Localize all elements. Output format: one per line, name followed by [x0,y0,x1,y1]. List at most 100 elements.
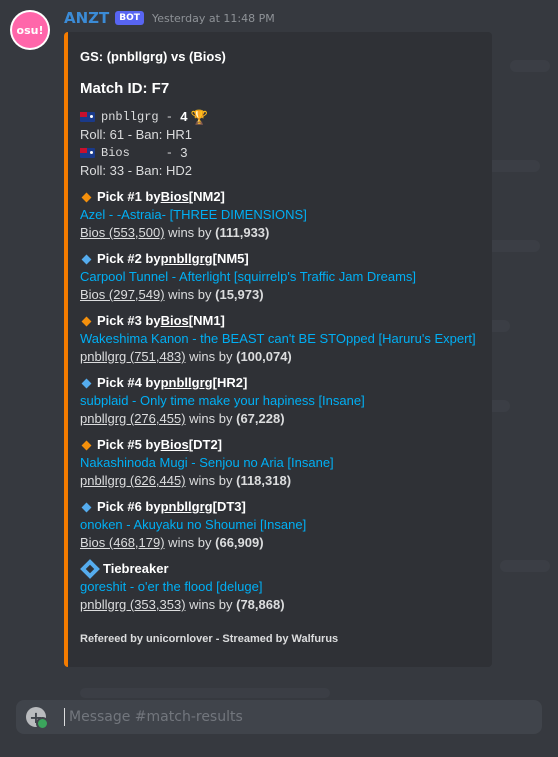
osu-logo-icon: osu! [12,12,48,48]
pick-mod: [HR2] [212,375,248,390]
result-margin: (118,318) [236,473,292,488]
pick-map-link[interactable]: subplaid - Only time make your hapiness … [80,392,480,410]
trophy-icon: 🏆 [190,109,208,125]
embed-title: GS: (pnbllgrg) vs (Bios) [80,49,226,64]
result-wins-by: wins by [185,349,237,364]
pick-picker[interactable]: pnbllgrg [161,374,213,392]
result-winner[interactable]: Bios (297,549) [80,287,165,302]
pick-result: pnbllgrg (751,483) wins by (100,074) [80,348,480,366]
pick-picker[interactable]: Bios [161,436,189,454]
player-roll-ban: Roll: 61 - Ban: HR1 [80,127,192,142]
tiebreaker-result: pnbllgrg (353,353) wins by (78,868) [80,596,480,614]
pick-result: Bios (468,179) wins by (66,909) [80,534,480,552]
pick-mod: [NM5] [212,251,249,266]
message-input[interactable] [67,708,491,726]
pick-prefix: Pick #4 by [97,375,161,390]
result-margin: (100,074) [236,349,292,364]
player-separator: - [158,110,181,124]
result-margin: (66,909) [215,535,264,550]
pick-mod: [NM1] [188,313,225,328]
pick-header: Pick #5 by Bios [DT2] [80,436,480,454]
australia-flag-icon [80,112,95,122]
players-block: pnbllgrg - 4 🏆 Roll: 61 - Ban: HR1 Bios … [80,108,480,180]
result-wins-by: wins by [185,473,237,488]
blue-diamond-icon [81,378,92,388]
player-row: Bios - 3 [80,144,480,162]
orange-diamond-icon [81,316,92,326]
pick-block: Pick #5 by Bios [DT2] Nakashinoda Mugi - … [80,436,480,490]
result-wins-by: wins by [185,411,237,426]
pick-map-link[interactable]: Carpool Tunnel - Afterlight [squirrelp's… [80,268,480,286]
pick-mod: [NM2] [188,189,225,204]
pick-map-link[interactable]: Wakeshima Kanon - the BEAST can't BE STO… [80,330,480,348]
result-winner[interactable]: Bios (468,179) [80,535,165,550]
pick-mod: [DT3] [212,499,246,514]
pick-prefix: Pick #3 by [97,313,161,328]
orange-diamond-icon [81,440,92,450]
pick-header: Pick #6 by pnbllgrg [DT3] [80,498,480,516]
pick-prefix: Pick #2 by [97,251,161,266]
pick-header: Pick #3 by Bios [NM1] [80,312,480,330]
tiebreaker-block: Tiebreaker goreshit - o'er the flood [de… [80,559,480,614]
result-margin: (15,973) [215,287,264,302]
player-name: pnbllgrg [101,110,159,124]
pick-result: Bios (297,549) wins by (15,973) [80,286,480,304]
pick-picker[interactable]: pnbllgrg [161,250,213,268]
pick-block: Pick #2 by pnbllgrg [NM5] Carpool Tunnel … [80,250,480,304]
pick-block: Pick #3 by Bios [NM1] Wakeshima Kanon - t… [80,312,480,366]
bot-tag: BOT [115,11,144,25]
pick-result: Bios (553,500) wins by (111,933) [80,224,480,242]
pick-result: pnbllgrg (276,455) wins by (67,228) [80,410,480,428]
tiebreaker-label: Tiebreaker [103,561,169,576]
pick-header: Pick #1 by Bios [NM2] [80,188,480,206]
orange-diamond-icon [81,192,92,202]
player-separator: - [158,146,181,160]
pick-header: Pick #4 by pnbllgrg [HR2] [80,374,480,392]
pick-header: Pick #2 by pnbllgrg [NM5] [80,250,480,268]
picks-list: Pick #1 by Bios [NM2] Azel - -Astraia- [T… [80,188,480,552]
result-margin: (67,228) [236,411,285,426]
author-name[interactable]: ANZT [64,9,109,27]
result-winner[interactable]: pnbllgrg (276,455) [80,411,186,426]
pick-result: pnbllgrg (626,445) wins by (118,318) [80,472,480,490]
pick-map-link[interactable]: onoken - Akuyaku no Shoumei [Insane] [80,516,480,534]
embed-footer: Refereed by unicornlover - Streamed by W… [80,633,339,645]
pick-map-link[interactable]: Nakashinoda Mugi - Senjou no Aria [Insan… [80,454,480,472]
result-winner[interactable]: pnbllgrg (751,483) [80,349,186,364]
pick-block: Pick #4 by pnbllgrg [HR2] subplaid - Only… [80,374,480,428]
player-score: 3 [180,145,188,160]
result-wins-by: wins by [164,535,216,550]
tiebreaker-map-link[interactable]: goreshit - o'er the flood [deluge] [80,578,480,596]
blue-diamond-icon [81,502,92,512]
result-winner[interactable]: pnbllgrg (353,353) [80,597,186,612]
australia-flag-icon [80,148,95,158]
status-dot-icon [36,717,49,730]
player-row: pnbllgrg - 4 🏆 [80,108,480,126]
match-embed: GS: (pnbllgrg) vs (Bios) Match ID: F7 pn… [64,32,492,667]
pick-block: Pick #1 by Bios [NM2] Azel - -Astraia- [T… [80,188,480,242]
player-name: Bios [101,146,159,160]
pick-mod: [DT2] [188,437,222,452]
result-margin: (78,868) [236,597,285,612]
bot-avatar[interactable]: osu! [10,10,50,50]
message-timestamp: Yesterday at 11:48 PM [151,11,275,25]
message-composer: + [16,700,542,734]
text-caret [64,708,65,726]
pick-picker[interactable]: Bios [161,188,189,206]
result-margin: (111,933) [215,225,270,240]
result-wins-by: wins by [164,225,216,240]
pick-map-link[interactable]: Azel - -Astraia- [THREE DIMENSIONS] [80,206,480,224]
pick-prefix: Pick #1 by [97,189,161,204]
match-id: Match ID: F7 [80,80,170,97]
message-header: ANZT BOT Yesterday at 11:48 PM [64,9,275,27]
blue-diamond-icon [81,254,92,264]
add-attachment-button[interactable]: + [26,707,49,730]
player-score: 4 [180,109,188,124]
pick-picker[interactable]: Bios [161,312,189,330]
result-winner[interactable]: Bios (553,500) [80,225,165,240]
result-wins-by: wins by [185,597,237,612]
pick-prefix: Pick #5 by [97,437,161,452]
result-winner[interactable]: pnbllgrg (626,445) [80,473,186,488]
tiebreaker-diamond-icon [80,559,100,579]
pick-picker[interactable]: pnbllgrg [161,498,213,516]
